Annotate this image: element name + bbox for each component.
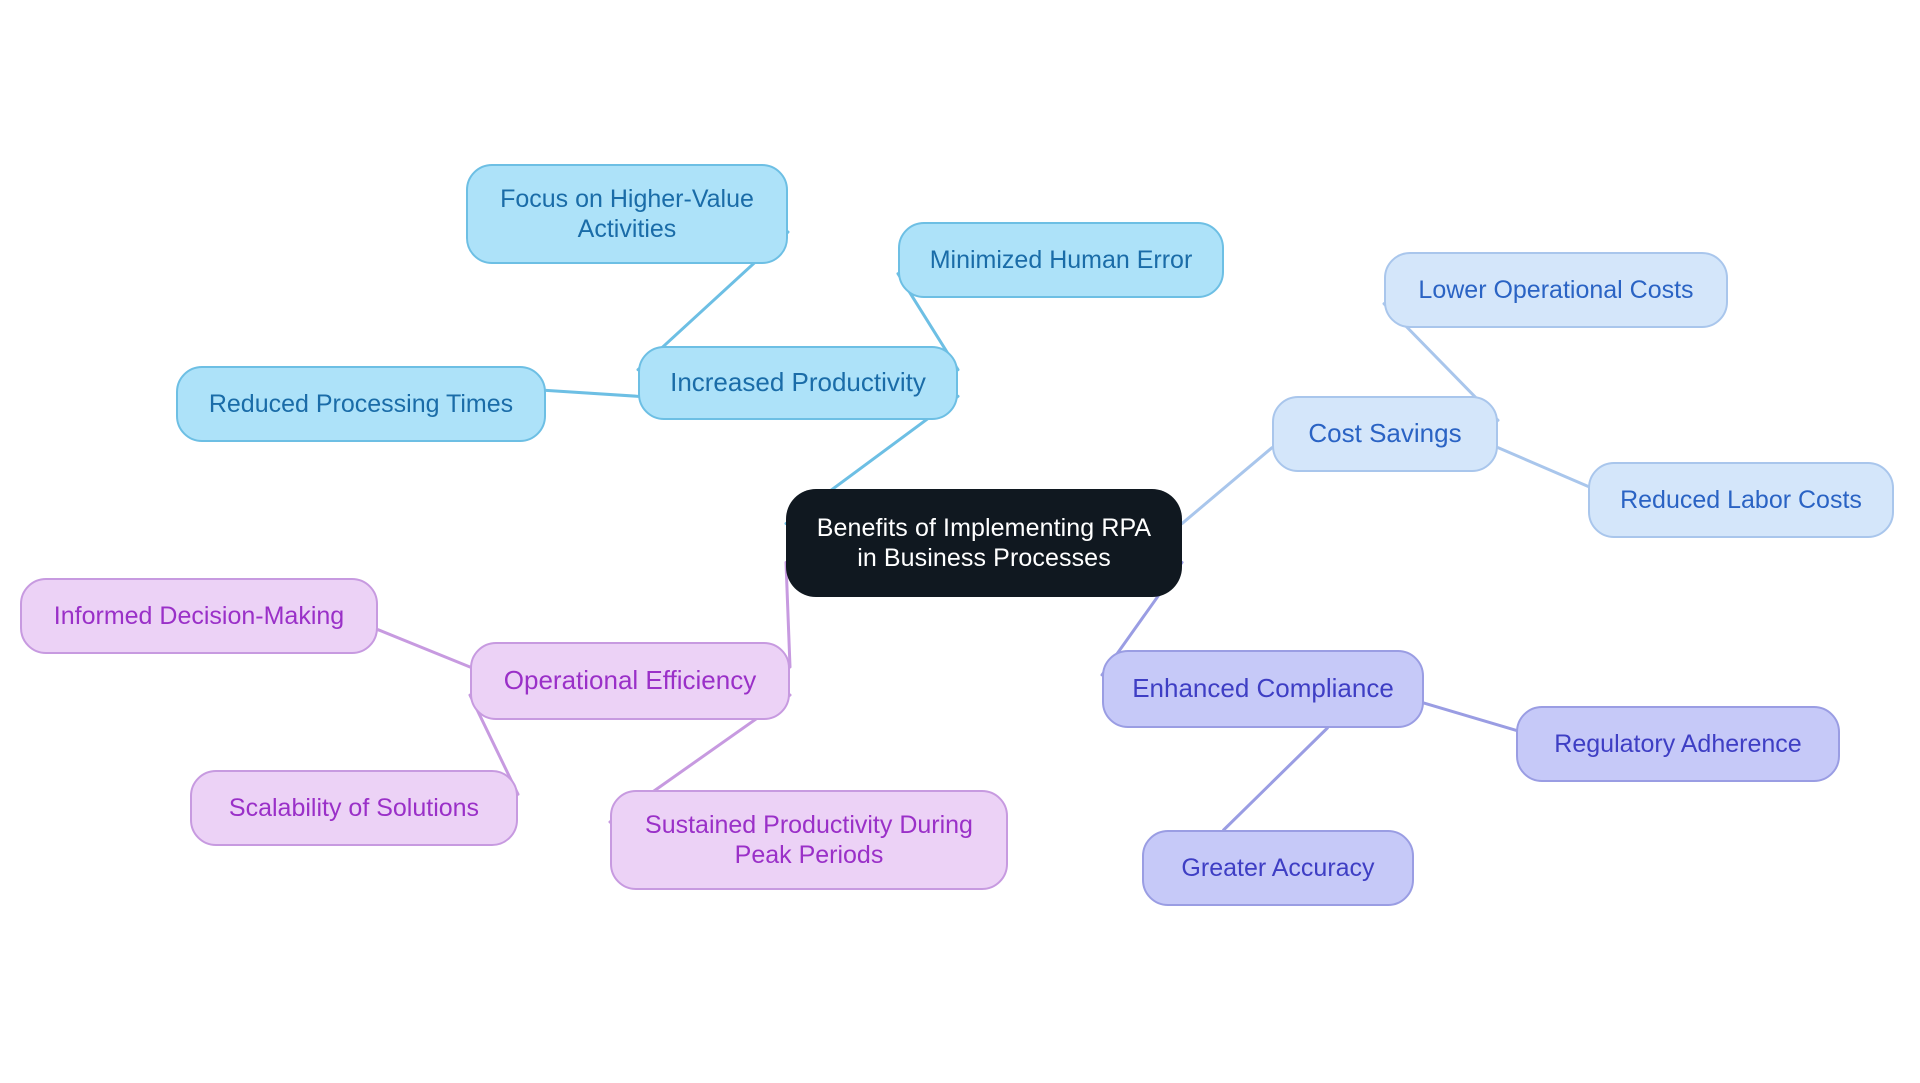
mindmap-edge-ec-reg: [1422, 701, 1518, 732]
mindmap-edge-ip-times: [544, 388, 640, 398]
mindmap-node-operational-efficiency[interactable]: Operational Efficiency: [470, 642, 790, 720]
mindmap-node-sustained-productivity-peak[interactable]: Sustained Productivity During Peak Perio…: [610, 790, 1008, 890]
mindmap-canvas: Benefits of Implementing RPA in Business…: [0, 0, 1920, 1083]
mindmap-node-greater-accuracy[interactable]: Greater Accuracy: [1142, 830, 1414, 906]
mindmap-node-increased-productivity[interactable]: Increased Productivity: [638, 346, 958, 420]
mindmap-node-enhanced-compliance[interactable]: Enhanced Compliance: [1102, 650, 1424, 728]
mindmap-node-scalability-of-solutions[interactable]: Scalability of Solutions: [190, 770, 518, 846]
mindmap-node-reduced-labor-costs[interactable]: Reduced Labor Costs: [1588, 462, 1894, 538]
mindmap-node-lower-operational-costs[interactable]: Lower Operational Costs: [1384, 252, 1728, 328]
mindmap-edge-cs-labor: [1496, 446, 1590, 488]
mindmap-edge-ec-acc: [1222, 726, 1329, 832]
mindmap-node-cost-savings[interactable]: Cost Savings: [1272, 396, 1498, 472]
mindmap-node-regulatory-adherence[interactable]: Regulatory Adherence: [1516, 706, 1840, 782]
mindmap-edge-oe-informed: [376, 628, 472, 669]
mindmap-edge-root-cost-savings: [1180, 446, 1274, 526]
mindmap-node-minimized-human-error[interactable]: Minimized Human Error: [898, 222, 1224, 298]
mindmap-node-informed-decision-making[interactable]: Informed Decision-Making: [20, 578, 378, 654]
mindmap-node-focus-higher-value-activities[interactable]: Focus on Higher-Value Activities: [466, 164, 788, 264]
mindmap-node-root[interactable]: Benefits of Implementing RPA in Business…: [786, 489, 1182, 597]
mindmap-node-reduced-processing-times[interactable]: Reduced Processing Times: [176, 366, 546, 442]
